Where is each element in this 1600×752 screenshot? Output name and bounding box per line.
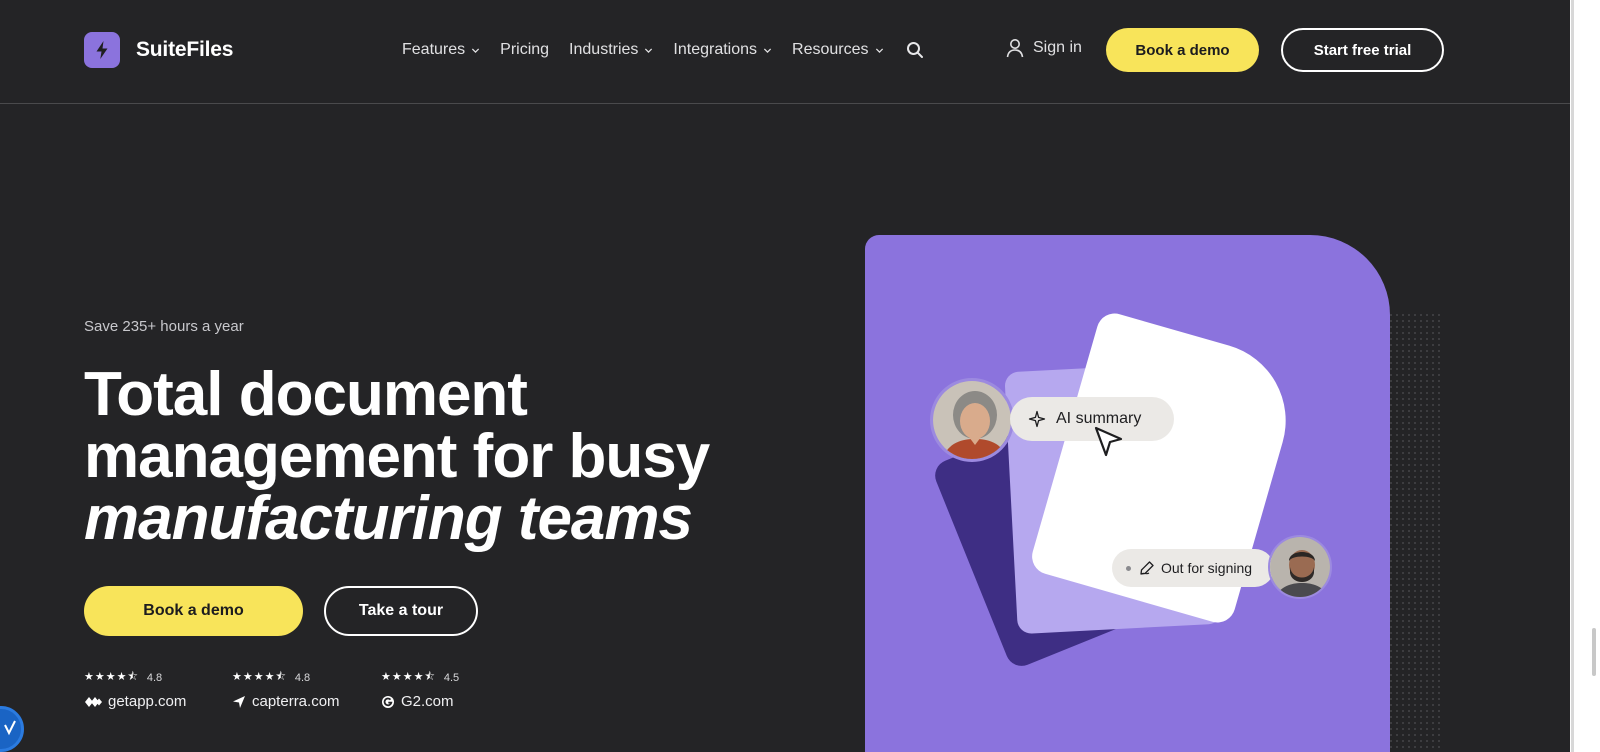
search-icon[interactable] [906,41,924,59]
lightning-icon [84,32,120,68]
capterra-icon [233,695,245,708]
rating-score: 4.5 [443,671,460,684]
accessibility-badge-icon[interactable] [0,706,24,752]
rating-site: getapp.com [108,693,187,710]
nav-item-integrations[interactable]: Integrations [673,38,772,62]
dot-pattern [1382,312,1442,752]
scrollbar-thumb[interactable] [1592,628,1596,676]
book-demo-hero-button[interactable]: Book a demo [84,586,303,636]
chevron-down-icon [875,47,883,53]
headline-line-1: Total document [84,360,528,429]
book-demo-button[interactable]: Book a demo [1106,28,1259,72]
rating-site: capterra.com [252,693,340,710]
g2-icon [382,695,394,708]
headline-line-2: management for busy [84,422,710,491]
take-tour-button[interactable]: Take a tour [324,586,478,636]
rating-capterra[interactable]: ★★★★⯪ 4.8 capterra.com [232,668,340,710]
star-rating-icon: ★★★★⯪ [232,671,287,683]
sign-in-label: Sign in [1033,39,1082,56]
chevron-down-icon [472,47,480,53]
headline-line-3: manufacturing teams [84,484,693,553]
scrollbar-track[interactable] [1571,0,1574,752]
user-icon [1006,39,1024,58]
getapp-icon [85,696,102,707]
nav-item-label: Features [402,41,466,58]
rating-g2[interactable]: ★★★★⯪ 4.5 G2.com [381,668,459,710]
nav-item-label: Integrations [673,41,758,58]
nav-item-label: Industries [569,41,639,58]
rating-score: 4.8 [294,671,311,684]
nav-item-industries[interactable]: Industries [569,38,653,62]
cursor-arrow-icon [1094,426,1123,457]
nav-item-features[interactable]: Features [402,38,480,62]
avatar-woman [930,378,1014,462]
hero-headline: Total document management for busy manuf… [84,360,710,553]
main-nav: Features Pricing Industries Integrations… [402,38,924,62]
avatar-man [1268,535,1332,599]
brand-name: SuiteFiles [136,38,234,61]
logo[interactable]: SuiteFiles [84,32,233,68]
out-for-signing-label: Out for signing [1161,560,1253,576]
rating-score: 4.8 [146,671,163,684]
sign-in-link[interactable]: Sign in [1006,38,1082,58]
nav-item-resources[interactable]: Resources [792,38,883,62]
chevron-down-icon [645,47,653,53]
nav-item-label: Pricing [500,41,550,58]
star-rating-icon: ★★★★⯪ [381,671,436,683]
sparkle-icon [1028,410,1046,428]
hero-illustration [865,235,1390,752]
start-trial-button[interactable]: Start free trial [1281,28,1444,72]
nav-item-pricing[interactable]: Pricing [500,38,549,62]
nav-item-label: Resources [792,41,869,58]
rating-getapp[interactable]: ★★★★⯪ 4.8 getapp.com [84,668,186,710]
out-for-signing-pill: Out for signing [1112,549,1274,587]
chevron-down-icon [763,47,772,53]
star-rating-icon: ★★★★⯪ [84,671,139,683]
pen-icon [1140,561,1154,575]
hero-eyebrow: Save 235+ hours a year [84,318,244,335]
status-dot [1126,565,1131,571]
ai-summary-pill: AI summary [1010,397,1174,441]
rating-site: G2.com [401,693,454,710]
site-header: SuiteFiles Features Pricing Industries I… [0,0,1570,104]
